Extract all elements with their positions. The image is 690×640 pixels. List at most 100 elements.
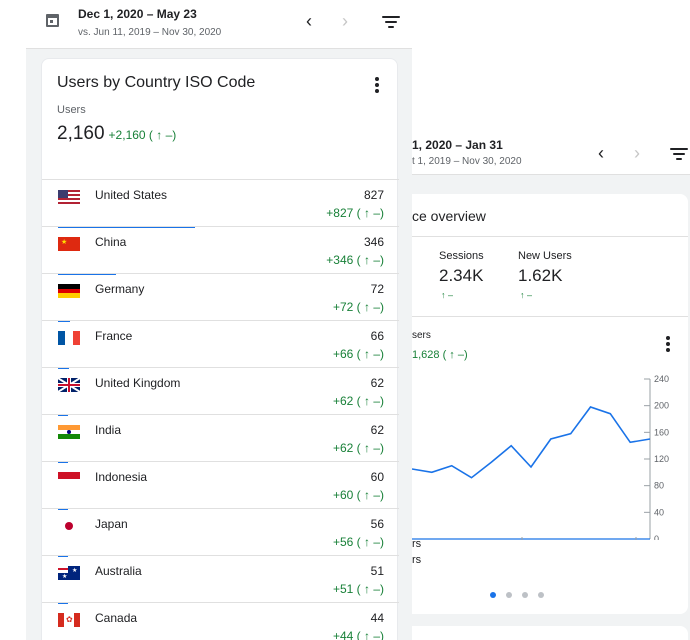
country-name: United Kingdom [95, 376, 181, 390]
australia-flag-icon: ★ ★ [58, 566, 80, 580]
country-value: 346 [363, 235, 384, 249]
users-by-country-card: Users by Country ISO Code Users 2,160 +2,… [41, 58, 399, 640]
china-flag-icon: ★ [58, 237, 80, 251]
country-row[interactable]: Indonesia 60 +60 ( ↑ –) [42, 461, 399, 510]
country-row[interactable]: ✿ Canada 44 +44 ( ↑ –) [42, 602, 399, 640]
country-change: +62 ( ↑ –) [332, 441, 384, 455]
next-card [412, 626, 688, 640]
carousel-dot[interactable] [522, 592, 528, 598]
country-name: China [95, 235, 127, 249]
date-range: 1, 2020 – Jan 31 [412, 138, 503, 152]
country-change: +44 ( ↑ –) [332, 629, 384, 640]
country-name: Indonesia [95, 470, 148, 484]
metric-change-new-users: ↑ – [520, 290, 533, 300]
country-row[interactable]: Germany 72 +72 ( ↑ –) [42, 273, 399, 322]
country-change: +56 ( ↑ –) [332, 535, 384, 549]
metric-total: 2,160 [57, 123, 105, 144]
divider [412, 236, 688, 237]
y-tick-label: 240 [654, 374, 669, 384]
audience-overview-card: ce overview Sessions 2.34K ↑ – New Users… [412, 194, 688, 614]
more-options-icon[interactable] [666, 336, 670, 354]
country-row[interactable]: France 66 +66 ( ↑ –) [42, 320, 399, 369]
country-change: +60 ( ↑ –) [332, 488, 384, 502]
filter-icon[interactable] [382, 16, 400, 28]
country-value: 62 [370, 376, 384, 390]
compare-range: t 1, 2019 – Nov 30, 2020 [412, 156, 522, 167]
series-line-current [412, 406, 651, 479]
country-row[interactable]: Japan 56 +56 ( ↑ –) [42, 508, 399, 557]
country-name: Japan [95, 517, 128, 531]
uk-flag-icon [58, 378, 80, 392]
country-value: 72 [370, 282, 384, 296]
metric-value: 2,160 +2,160 ( ↑ –) [57, 123, 176, 145]
india-flag-icon [58, 425, 80, 439]
filter-icon[interactable] [670, 148, 688, 160]
carousel-dot[interactable] [490, 592, 496, 598]
y-tick-label: 40 [654, 507, 664, 517]
country-change: +51 ( ↑ –) [332, 582, 384, 596]
y-tick-label: 80 [654, 481, 664, 491]
y-tick-label: 200 [654, 401, 669, 411]
metric-value-new-users: 1.62K [518, 266, 563, 285]
country-screen: Dec 1, 2020 – May 23 vs. Jun 11, 2019 – … [26, 0, 412, 640]
y-tick-label: 160 [654, 427, 669, 437]
us-flag-icon [58, 190, 80, 204]
country-name: United States [95, 188, 168, 202]
more-options-icon[interactable] [375, 77, 379, 95]
germany-flag-icon [58, 284, 80, 298]
country-value: 827 [363, 188, 384, 202]
country-name: India [95, 423, 122, 437]
metric-change-sessions: ↑ – [441, 290, 454, 300]
divider [412, 316, 688, 317]
country-change: +66 ( ↑ –) [332, 347, 384, 361]
country-row[interactable]: United States 827 +827 ( ↑ –) [42, 179, 399, 228]
country-value: 51 [370, 564, 384, 578]
country-change: +72 ( ↑ –) [332, 300, 384, 314]
card-title: Users by Country ISO Code [57, 74, 256, 91]
users-line-chart: 24020016012080400Jun 2021Dec [412, 374, 669, 540]
prev-period-button[interactable]: ‹ [598, 144, 604, 162]
next-period-button[interactable]: › [342, 12, 348, 30]
y-tick-label: 120 [654, 454, 669, 464]
country-change: +346 ( ↑ –) [326, 253, 384, 267]
country-change: +827 ( ↑ –) [326, 206, 384, 220]
overview-screen: 1, 2020 – Jan 31 t 1, 2019 – Nov 30, 202… [412, 132, 690, 640]
chart-metric-label: sers [412, 330, 431, 341]
country-row[interactable]: ★ China 346 +346 ( ↑ –) [42, 226, 399, 275]
calendar-icon[interactable] [46, 14, 59, 27]
japan-flag-icon [58, 519, 80, 533]
compare-range: vs. Jun 11, 2019 – Nov 30, 2020 [78, 27, 222, 38]
metric-change: +2,160 ( ↑ –) [108, 128, 177, 142]
prev-period-button[interactable]: ‹ [306, 12, 312, 30]
country-row[interactable]: United Kingdom 62 +62 ( ↑ –) [42, 367, 399, 416]
country-value: 56 [370, 517, 384, 531]
metric-label-new-users: New Users [518, 250, 572, 262]
country-value: 66 [370, 329, 384, 343]
date-range-header[interactable]: Dec 1, 2020 – May 23 vs. Jun 11, 2019 – … [26, 0, 412, 49]
card-title: ce overview [412, 208, 486, 224]
country-row[interactable]: India 62 +62 ( ↑ –) [42, 414, 399, 463]
carousel-dot[interactable] [538, 592, 544, 598]
metric-label-sessions: Sessions [439, 250, 484, 262]
country-value: 60 [370, 470, 384, 484]
country-name: France [95, 329, 133, 343]
metric-value-sessions: 2.34K [439, 266, 484, 285]
country-row[interactable]: ★ ★ Australia 51 +51 ( ↑ –) [42, 555, 399, 604]
next-period-button[interactable]: › [634, 144, 640, 162]
legend-label-1: rs [412, 538, 422, 550]
metric-label: Users [57, 104, 86, 116]
country-value: 44 [370, 611, 384, 625]
carousel-dot[interactable] [506, 592, 512, 598]
country-name: Canada [95, 611, 138, 625]
canada-flag-icon: ✿ [58, 613, 80, 627]
country-value: 62 [370, 423, 384, 437]
indonesia-flag-icon [58, 472, 80, 486]
chart-metric-value: 1,628 ( ↑ –) [412, 349, 468, 361]
country-change: +62 ( ↑ –) [332, 394, 384, 408]
legend-label-2: rs [412, 554, 422, 566]
date-range: Dec 1, 2020 – May 23 [78, 7, 197, 21]
y-tick-label: 0 [654, 534, 659, 540]
france-flag-icon [58, 331, 80, 345]
country-name: Germany [95, 282, 145, 296]
date-range-header[interactable]: 1, 2020 – Jan 31 t 1, 2019 – Nov 30, 202… [412, 132, 690, 175]
